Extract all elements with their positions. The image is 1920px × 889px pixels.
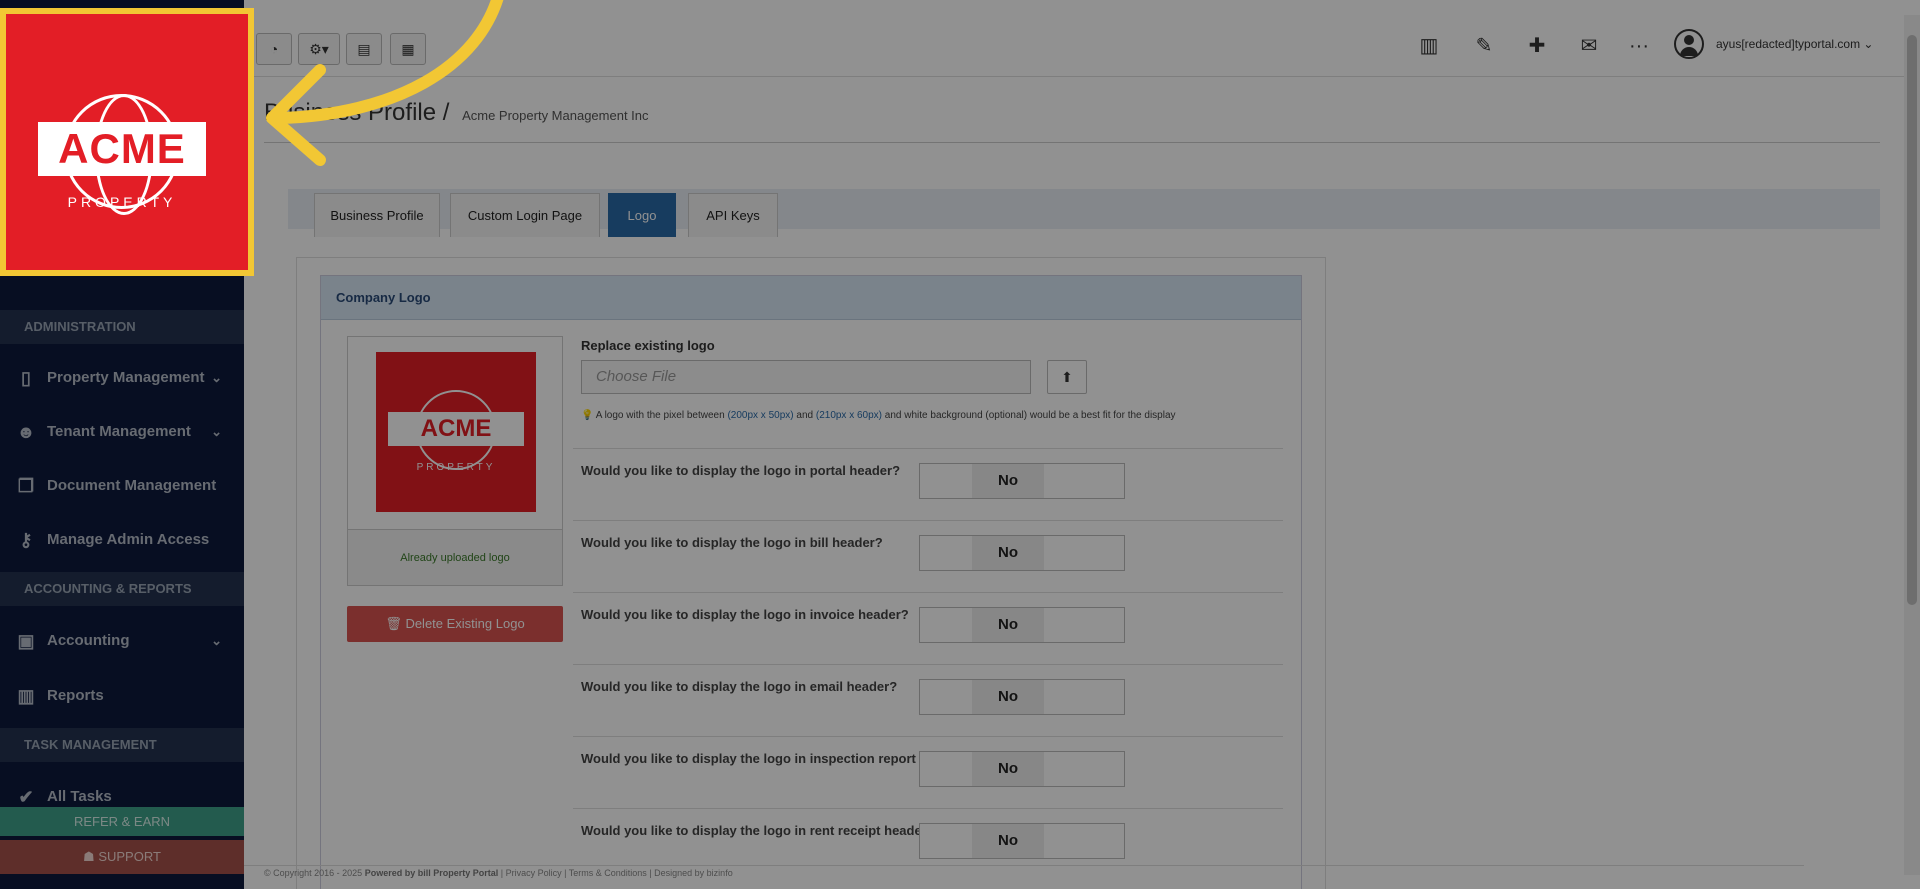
toggle-value: No <box>972 608 1044 642</box>
bill-header-row: Would you like to display the logo in bi… <box>573 520 1283 592</box>
rent-receipt-header-toggle[interactable]: No <box>919 823 1125 859</box>
invoice-header-toggle[interactable]: No <box>919 607 1125 643</box>
avatar[interactable] <box>1674 29 1704 59</box>
scrollbar-thumb[interactable] <box>1907 35 1917 605</box>
sidebar-item-document-management[interactable]: ❐ Document Management <box>0 459 244 513</box>
logo-thumbnail: ACME PROPERTY Already uploaded logo <box>347 336 563 586</box>
hint-size-max: (210px x 60px) <box>815 410 883 421</box>
more-icon[interactable]: ··· <box>1624 31 1654 61</box>
chevron-down-icon: ⌄ <box>1860 37 1874 51</box>
chevron-down-icon: ⌄ <box>211 370 222 385</box>
sidebar-item-tenant-management[interactable]: ☻ Tenant Management ⌄ <box>0 405 244 459</box>
key-icon: ⚷ <box>19 530 33 550</box>
vertical-scrollbar[interactable] <box>1904 15 1920 875</box>
trash-icon: 🗑 <box>385 616 406 631</box>
bar-chart-icon[interactable]: ▥ <box>1414 31 1444 61</box>
thumbnail-caption: Already uploaded logo <box>348 529 562 585</box>
delete-logo-label: Delete Existing Logo <box>405 616 525 631</box>
sidebar-item-label: Tenant Management <box>47 423 191 440</box>
sidebar-item-label: All Tasks <box>47 788 112 805</box>
upload-icon: ⬆ <box>1061 369 1073 385</box>
app-root: ADMINISTRATION ▯ Property Management ⌄ ☻… <box>0 0 1920 889</box>
hint-size-min: (200px x 50px) <box>727 410 794 421</box>
toggle-value: No <box>972 824 1044 858</box>
sidebar-item-label: Accounting <box>47 632 130 649</box>
hint-suffix: and white background (optional) would be… <box>882 410 1176 421</box>
building-icon: ▯ <box>21 368 31 388</box>
upload-button[interactable]: ⬆ <box>1047 360 1087 394</box>
chevron-down-icon: ⌄ <box>211 424 222 439</box>
sidebar-item-accounting[interactable]: ▣ Accounting ⌄ <box>0 614 244 668</box>
support-icon: ☗ <box>83 849 99 864</box>
sidebar-item-manage-admin-access[interactable]: ⚷ Manage Admin Access <box>0 513 244 567</box>
envelope-icon[interactable]: ✉ <box>1574 31 1604 61</box>
hint-prefix: A logo with the pixel between <box>595 410 728 421</box>
sidebar-item-label: Manage Admin Access <box>47 531 210 548</box>
portal-header-toggle[interactable]: No <box>919 463 1125 499</box>
bill-header-toggle[interactable]: No <box>919 535 1125 571</box>
sidebar-item-reports[interactable]: ▥ Reports <box>0 669 244 723</box>
refer-earn-button[interactable]: REFER & EARN <box>0 807 244 836</box>
sidebar-item-property-management[interactable]: ▯ Property Management ⌄ <box>0 351 244 405</box>
lightbulb-icon: 💡 <box>581 410 594 421</box>
wrench-icon[interactable]: ✎ <box>1469 31 1499 61</box>
toggle-value: No <box>972 680 1044 714</box>
plus-icon[interactable]: ✚ <box>1522 31 1552 61</box>
footer: © Copyright 2016 - 2025 Powered by bill … <box>244 865 1804 879</box>
email-header-row: Would you like to display the logo in em… <box>573 664 1283 736</box>
logo-size-hint: 💡 A logo with the pixel between (200px x… <box>581 410 1281 421</box>
users-icon: ☻ <box>16 422 36 442</box>
replace-logo-label: Replace existing logo <box>581 338 715 353</box>
company-logo-card: Company Logo ACME PROPERTY Already uploa… <box>320 275 1302 889</box>
footer-powered: Powered by bill Property Portal <box>364 868 499 878</box>
invoice-header-row: Would you like to display the logo in in… <box>573 592 1283 664</box>
portal-header-row: Would you like to display the logo in po… <box>573 448 1283 520</box>
sidebar-section-accounting-reports: ACCOUNTING & REPORTS <box>0 572 244 606</box>
sidebar-item-label: Document Management <box>47 477 217 494</box>
logo-subtitle: PROPERTY <box>416 462 496 473</box>
sidebar-section-administration: ADMINISTRATION <box>0 310 244 344</box>
support-label: SUPPORT <box>98 849 161 864</box>
toggle-value: No <box>972 536 1044 570</box>
chevron-down-icon: ⌄ <box>211 633 222 648</box>
sidebar-item-label: Property Management <box>47 369 205 386</box>
support-button[interactable]: ☗ SUPPORT <box>0 840 244 874</box>
sidebar-item-label: Reports <box>47 687 104 704</box>
footer-copyright: © Copyright 2016 - 2025 <box>264 868 365 878</box>
sidebar-section-task-management: TASK MANAGEMENT <box>0 728 244 762</box>
hint-mid: and <box>793 410 816 421</box>
inspection-report-header-toggle[interactable]: No <box>919 751 1125 787</box>
bar-chart-icon: ▥ <box>17 686 35 706</box>
tab-api-keys[interactable]: API Keys <box>688 193 778 237</box>
email-header-toggle[interactable]: No <box>919 679 1125 715</box>
file-input[interactable]: Choose File <box>581 360 1031 394</box>
toggle-value: No <box>972 752 1044 786</box>
logo-wordmark: ACME <box>388 412 524 446</box>
inspection-report-header-row: Would you like to display the logo in in… <box>573 736 1283 808</box>
toggle-value: No <box>972 464 1044 498</box>
documents-icon: ❐ <box>17 476 35 496</box>
money-icon: ▣ <box>17 631 35 651</box>
pointer-arrow-icon <box>266 0 504 166</box>
card-title: Company Logo <box>321 276 1301 320</box>
tab-logo[interactable]: Logo <box>608 193 676 237</box>
delete-logo-button[interactable]: 🗑 Delete Existing Logo <box>347 606 563 642</box>
footer-links[interactable]: | Privacy Policy | Terms & Conditions | … <box>498 868 733 878</box>
user-email: ayus[redacted]typortal.com <box>1716 37 1861 51</box>
uploaded-logo-image: ACME PROPERTY <box>376 352 536 512</box>
user-menu[interactable]: ayus[redacted]typortal.com ⌄ <box>1716 37 1873 51</box>
